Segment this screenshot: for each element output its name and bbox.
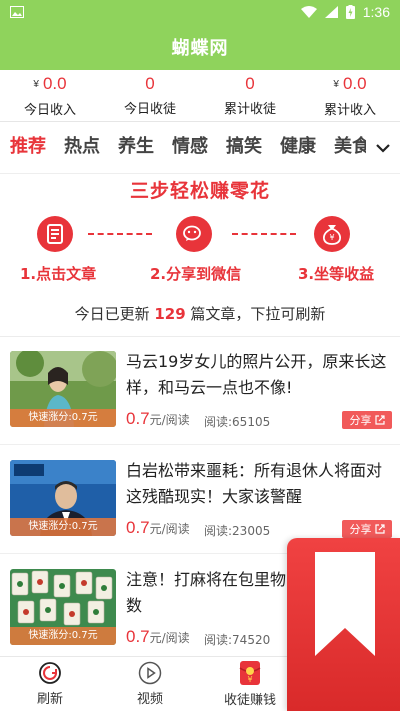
stat-label: 累计收徒	[223, 102, 276, 117]
tab-hot[interactable]: 热点	[64, 132, 100, 164]
reward-unit: 元/阅读	[149, 522, 190, 536]
tab-emotion[interactable]: 情感	[172, 132, 208, 164]
article-tag: 快速涨分:0.7元	[10, 409, 116, 427]
share-label: 分享	[349, 523, 372, 536]
reward-value: 0.7	[126, 518, 150, 537]
battery-icon	[345, 5, 355, 19]
step-divider	[88, 233, 152, 235]
stat-label: 今日收徒	[123, 102, 176, 117]
stat-label: 今日收入	[23, 102, 76, 118]
floating-reading-card[interactable]	[287, 538, 400, 711]
article-item[interactable]: 快速涨分:0.7元 马云19岁女儿的照片公开，原来长这样，和马云一点也不像! 0…	[0, 337, 400, 445]
category-tabs: 推荐 热点 养生 情感 搞笑 健康 美食	[0, 122, 400, 174]
currency-symbol: ¥	[333, 78, 339, 90]
article-tag: 快速涨分:0.7元	[10, 518, 116, 536]
stat-number: 0.0	[342, 73, 367, 93]
stat-label: 累计收入	[323, 102, 376, 118]
nav-recruit[interactable]: ¥ 收徒赚钱	[200, 657, 300, 711]
stat-number: 0.0	[42, 73, 67, 93]
reward-value: 0.7	[126, 409, 150, 428]
money-bag-step-icon: ¥	[314, 216, 350, 252]
refresh-icon	[39, 662, 61, 684]
stat-today-disciples[interactable]: 0 今日收徒	[100, 70, 200, 121]
earnings-summary: ¥0.0 今日收入 0 今日收徒 0 累计收徒 ¥0.0 累计收入	[0, 70, 400, 122]
article-step-icon	[37, 216, 73, 252]
stat-value: 0	[245, 74, 254, 94]
stat-number: 0	[245, 74, 255, 93]
wechat-step-icon	[176, 216, 212, 252]
chevron-down-icon	[376, 143, 390, 153]
nav-label: 收徒赚钱	[223, 693, 276, 708]
share-icon	[374, 524, 385, 534]
share-icon	[374, 415, 385, 425]
article-title[interactable]: 白岩松带来噩耗：所有退休人将面对这残酷现实！大家该警醒	[126, 458, 394, 510]
reward-unit: 元/阅读	[149, 631, 190, 645]
stat-total-disciples[interactable]: 0 累计收徒	[200, 70, 300, 121]
tab-funny[interactable]: 搞笑	[226, 132, 262, 164]
reward-value: 0.7	[126, 627, 150, 646]
article-reward: 0.7元/阅读	[126, 518, 190, 538]
currency-symbol: ¥	[33, 78, 39, 90]
article-thumbnail[interactable]: 快速涨分:0.7元	[10, 351, 116, 427]
nav-label: 视频	[136, 692, 163, 707]
steps-icons: ¥	[0, 216, 400, 256]
more-tabs-button[interactable]	[366, 128, 400, 168]
share-button[interactable]: 分享	[342, 411, 392, 429]
play-icon	[138, 661, 162, 685]
stat-total-income[interactable]: ¥0.0 累计收入	[300, 70, 400, 121]
article-thumbnail[interactable]: 快速涨分:0.7元	[10, 460, 116, 536]
stat-today-income[interactable]: ¥0.0 今日收入	[0, 70, 100, 121]
reward-unit: 元/阅读	[149, 413, 190, 427]
tab-list: 推荐 热点 养生 情感 搞笑 健康 美食	[0, 132, 366, 164]
stat-number: 0	[145, 74, 155, 93]
nav-video[interactable]: 视频	[100, 657, 200, 711]
step-label-click: 1.点击文章	[20, 265, 97, 283]
article-reads: 阅读:74520	[204, 633, 271, 647]
share-label: 分享	[349, 414, 372, 427]
update-prefix: 今日已更新	[74, 305, 155, 323]
stat-value: ¥0.0	[333, 74, 366, 95]
step-divider	[232, 233, 296, 235]
stat-value: ¥0.0	[33, 74, 66, 95]
bookmark-icon	[315, 552, 375, 656]
article-tag: 快速涨分:0.7元	[10, 627, 116, 645]
wifi-icon	[300, 6, 317, 18]
gallery-notification-icon	[10, 6, 24, 18]
tab-health[interactable]: 健康	[280, 132, 316, 164]
status-bar: 1:36	[0, 0, 400, 24]
promo-title: 三步轻松赚零花	[129, 180, 270, 202]
red-envelope-icon: ¥	[239, 661, 261, 685]
article-reward: 0.7元/阅读	[126, 409, 190, 429]
nav-refresh[interactable]: 刷新	[0, 657, 100, 711]
steps-labels: 1.点击文章 2.分享到微信 3.坐等收益	[0, 263, 400, 287]
article-thumbnail[interactable]: 快速涨分:0.7元	[10, 569, 116, 645]
tab-health-care[interactable]: 养生	[118, 132, 154, 164]
update-count: 129	[154, 305, 186, 323]
article-title[interactable]: 马云19岁女儿的照片公开，原来长这样，和马云一点也不像!	[126, 349, 394, 401]
article-reads: 阅读:23005	[204, 524, 271, 538]
step-label-share: 2.分享到微信	[150, 265, 242, 283]
stat-value: 0	[145, 74, 154, 94]
app-title: 蝴蝶网	[171, 38, 229, 59]
app-header: 蝴蝶网	[0, 24, 400, 70]
clock: 1:36	[362, 4, 390, 20]
svg-text:¥: ¥	[329, 233, 334, 242]
tab-food[interactable]: 美食	[334, 132, 366, 164]
svg-text:¥: ¥	[247, 675, 252, 684]
update-notice: 今日已更新 129 篇文章，下拉可刷新	[0, 303, 400, 324]
article-reads: 阅读:65105	[204, 415, 271, 429]
step-label-earn: 3.坐等收益	[298, 265, 375, 283]
update-suffix: 篇文章，下拉可刷新	[185, 305, 326, 323]
share-button[interactable]: 分享	[342, 520, 392, 538]
signal-icon	[324, 6, 338, 18]
tab-recommend[interactable]: 推荐	[10, 132, 46, 164]
article-reward: 0.7元/阅读	[126, 627, 190, 647]
nav-label: 刷新	[36, 692, 63, 707]
